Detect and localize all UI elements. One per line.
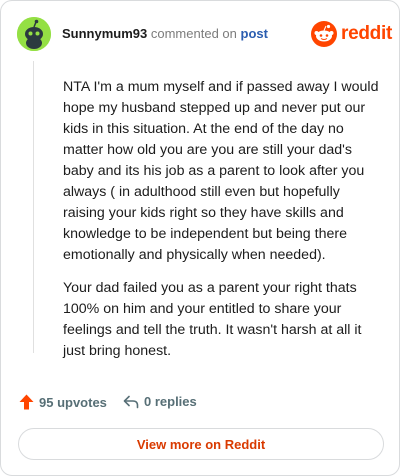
reddit-logo[interactable]: reddit (311, 21, 392, 47)
reply-arrow-icon (123, 395, 139, 408)
reddit-comment-card: Sunnymum93 commented on post reddit NTA … (0, 0, 400, 476)
reply-count: 0 replies (144, 394, 197, 409)
view-more-button[interactable]: View more on Reddit (18, 428, 384, 460)
post-link[interactable]: post (241, 26, 268, 41)
comment-paragraph: Your dad failed you as a parent your rig… (63, 280, 362, 359)
upvote-button[interactable]: 95 upvotes (19, 394, 107, 410)
view-more-label: View more on Reddit (136, 436, 266, 452)
comment-actions: 95 upvotes 0 replies (19, 394, 319, 414)
username-link[interactable]: Sunnymum93 (62, 26, 147, 41)
upvote-count: 95 upvotes (39, 394, 107, 410)
reply-button[interactable]: 0 replies (123, 394, 197, 409)
thread-line (33, 61, 34, 353)
comment-body: NTA I'm a mum myself and if passed away … (63, 77, 381, 374)
reddit-wordmark: reddit (341, 23, 392, 44)
comment-header: Sunnymum93 commented on post reddit (17, 17, 392, 51)
comment-paragraph: NTA I'm a mum myself and if passed away … (63, 79, 379, 263)
snoo-avatar-icon[interactable] (17, 17, 51, 51)
upvote-arrow-icon (19, 394, 34, 410)
reddit-snoo-icon (311, 21, 337, 47)
comment-byline: Sunnymum93 commented on post (62, 26, 268, 42)
byline-verb: commented on (150, 26, 237, 41)
